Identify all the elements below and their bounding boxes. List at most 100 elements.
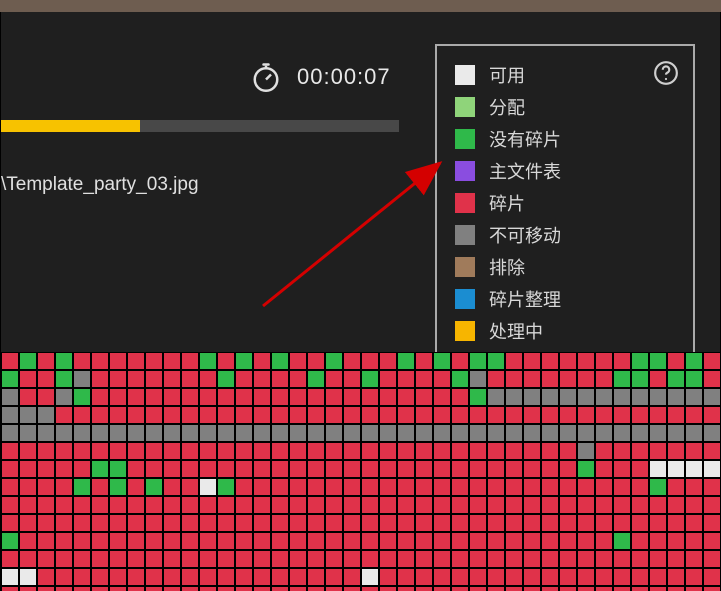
grid-cell — [307, 532, 325, 550]
grid-cell — [559, 370, 577, 388]
grid-cell — [145, 460, 163, 478]
grid-cell — [307, 568, 325, 586]
legend-item-immovable: 不可移动 — [455, 222, 679, 248]
grid-cell — [361, 388, 379, 406]
grid-cell — [649, 550, 667, 568]
grid-cell — [199, 514, 217, 532]
grid-cell — [595, 496, 613, 514]
grid-cell — [577, 532, 595, 550]
grid-cell — [325, 514, 343, 532]
grid-cell — [55, 370, 73, 388]
grid-cell — [397, 496, 415, 514]
grid-cell — [343, 550, 361, 568]
grid-cell — [469, 478, 487, 496]
grid-cell — [631, 460, 649, 478]
grid-cell — [163, 460, 181, 478]
grid-cell — [199, 568, 217, 586]
grid-cell — [145, 478, 163, 496]
grid-cell — [361, 406, 379, 424]
grid-cell — [523, 442, 541, 460]
grid-cell — [253, 586, 271, 591]
grid-cell — [433, 586, 451, 591]
legend-label: 碎片整理 — [489, 286, 561, 312]
help-icon[interactable] — [653, 60, 679, 91]
grid-cell — [19, 496, 37, 514]
grid-cell — [325, 442, 343, 460]
grid-cell — [181, 586, 199, 591]
grid-cell — [307, 388, 325, 406]
grid-cell — [289, 568, 307, 586]
grid-cell — [217, 550, 235, 568]
grid-cell — [523, 514, 541, 532]
grid-cell — [361, 460, 379, 478]
grid-cell — [379, 478, 397, 496]
grid-cell — [487, 514, 505, 532]
grid-cell — [487, 406, 505, 424]
grid-cell — [145, 352, 163, 370]
grid-cell — [469, 388, 487, 406]
grid-cell — [91, 388, 109, 406]
grid-cell — [91, 442, 109, 460]
grid-cell — [487, 424, 505, 442]
grid-cell — [19, 460, 37, 478]
grid-cell — [469, 460, 487, 478]
grid-cell — [325, 460, 343, 478]
grid-cell — [469, 532, 487, 550]
grid-cell — [361, 352, 379, 370]
grid-cell — [109, 586, 127, 591]
grid-cell — [523, 352, 541, 370]
grid-cell — [73, 370, 91, 388]
grid-cell — [217, 586, 235, 591]
grid-cell — [253, 370, 271, 388]
grid-cell — [343, 586, 361, 591]
grid-cell — [361, 478, 379, 496]
grid-cell — [685, 352, 703, 370]
grid-cell — [145, 550, 163, 568]
grid-cell — [343, 442, 361, 460]
grid-cell — [343, 532, 361, 550]
grid-cell — [55, 352, 73, 370]
grid-cell — [199, 370, 217, 388]
window-top-border — [0, 0, 721, 12]
grid-cell — [73, 550, 91, 568]
grid-cell — [109, 550, 127, 568]
grid-cell — [163, 352, 181, 370]
grid-cell — [361, 532, 379, 550]
grid-cell — [397, 514, 415, 532]
grid-cell — [181, 514, 199, 532]
grid-cell — [217, 460, 235, 478]
grid-cell — [181, 496, 199, 514]
grid-cell — [73, 496, 91, 514]
grid-cell — [289, 460, 307, 478]
grid-cell — [145, 388, 163, 406]
grid-cell — [505, 568, 523, 586]
grid-cell — [37, 388, 55, 406]
grid-cell — [181, 532, 199, 550]
grid-cell — [361, 586, 379, 591]
legend-swatch-nofrag — [455, 129, 475, 149]
grid-cell — [235, 514, 253, 532]
grid-cell — [397, 424, 415, 442]
grid-cell — [451, 424, 469, 442]
grid-cell — [163, 442, 181, 460]
elapsed-time: 00:00:07 — [297, 64, 391, 90]
grid-cell — [91, 424, 109, 442]
grid-cell — [703, 514, 721, 532]
grid-cell — [685, 478, 703, 496]
grid-cell — [613, 478, 631, 496]
grid-cell — [325, 496, 343, 514]
grid-cell — [1, 460, 19, 478]
grid-cell — [559, 478, 577, 496]
grid-cell — [559, 568, 577, 586]
grid-cell — [91, 586, 109, 591]
grid-cell — [343, 388, 361, 406]
grid-cell — [577, 370, 595, 388]
grid-cell — [181, 550, 199, 568]
grid-cell — [523, 586, 541, 591]
grid-cell — [397, 460, 415, 478]
grid-cell — [631, 442, 649, 460]
grid-cell — [37, 370, 55, 388]
grid-cell — [649, 424, 667, 442]
grid-cell — [451, 406, 469, 424]
grid-cell — [1, 568, 19, 586]
